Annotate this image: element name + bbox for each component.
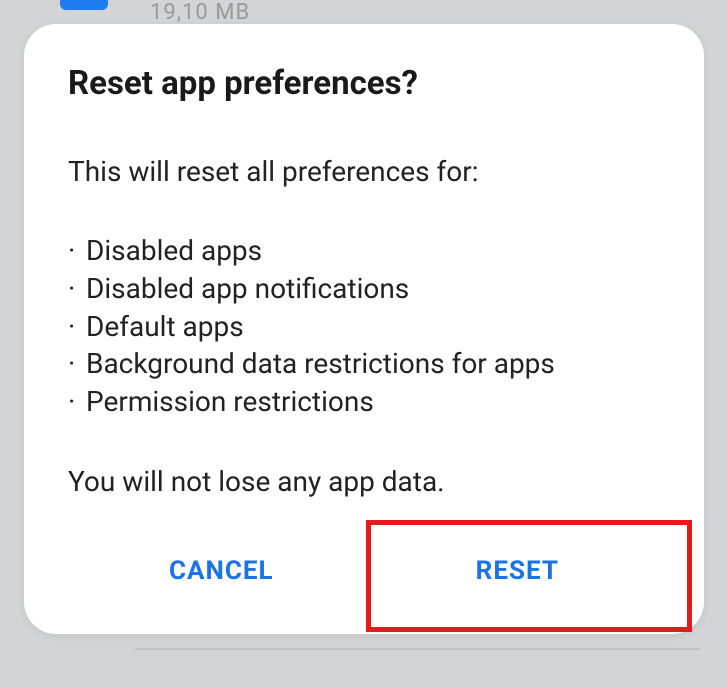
bullet-icon: · (68, 270, 86, 308)
app-icon-partial (60, 0, 108, 10)
list-item: · Disabled apps (68, 232, 660, 270)
background-size-text: 19,10 MB (150, 0, 250, 25)
list-item: · Permission restrictions (68, 383, 660, 421)
list-item-text: Background data restrictions for apps (86, 345, 555, 383)
reset-items-list: · Disabled apps · Disabled app notificat… (68, 232, 660, 421)
list-item-text: Disabled app notifications (86, 270, 409, 308)
reset-preferences-dialog: Reset app preferences? This will reset a… (24, 24, 704, 634)
dialog-footnote: You will not lose any app data. (68, 465, 660, 498)
bullet-icon: · (68, 308, 86, 346)
list-item-text: Default apps (86, 308, 244, 346)
background-divider (135, 648, 700, 650)
bullet-icon: · (68, 345, 86, 383)
list-item-text: Permission restrictions (86, 383, 374, 421)
reset-button[interactable]: RESET (436, 538, 599, 604)
list-item: · Disabled app notifications (68, 270, 660, 308)
list-item: · Background data restrictions for apps (68, 345, 660, 383)
bullet-icon: · (68, 232, 86, 270)
list-item-text: Disabled apps (86, 232, 262, 270)
bullet-icon: · (68, 383, 86, 421)
dialog-intro-text: This will reset all preferences for: (68, 155, 660, 188)
list-item: · Default apps (68, 308, 660, 346)
dialog-title: Reset app preferences? (68, 64, 660, 103)
dialog-button-row: CANCEL RESET (68, 526, 660, 634)
cancel-button[interactable]: CANCEL (129, 538, 314, 604)
